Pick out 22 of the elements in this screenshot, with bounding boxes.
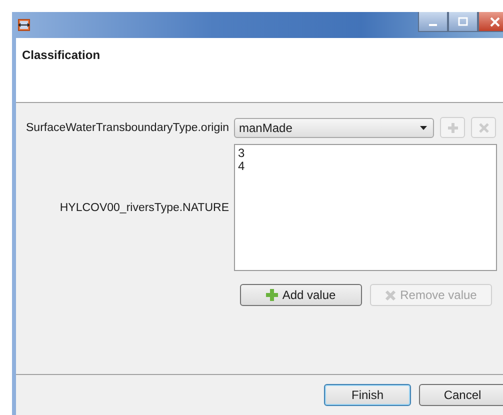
dialog-button[interactable]: Cancel bbox=[419, 384, 503, 406]
dropdown-field[interactable]: manMade bbox=[234, 118, 434, 138]
maximize-icon bbox=[458, 16, 468, 26]
minimize-icon bbox=[429, 24, 437, 26]
minimize-button[interactable] bbox=[418, 12, 448, 32]
app-icon bbox=[18, 19, 30, 31]
plus-icon bbox=[266, 289, 278, 301]
plus-icon bbox=[448, 122, 458, 132]
close-button[interactable] bbox=[478, 12, 503, 32]
field-label: SurfaceWaterTransboundaryType.origin bbox=[26, 122, 229, 134]
list-item[interactable]: 4 bbox=[238, 160, 493, 173]
close-icon bbox=[385, 290, 396, 300]
list-item[interactable]: 3 bbox=[238, 147, 493, 160]
value-button[interactable]: Add value bbox=[240, 284, 362, 306]
value-list[interactable]: 3 4 bbox=[234, 144, 497, 271]
maximize-button[interactable] bbox=[448, 12, 478, 32]
dialog-button[interactable]: Finish bbox=[324, 384, 411, 406]
close-icon bbox=[478, 122, 488, 132]
page-title: Classification bbox=[22, 48, 100, 62]
dropdown-arrow-icon bbox=[420, 126, 427, 130]
field-label: HYLCOV00_riversType.NATURE bbox=[58, 202, 229, 214]
close-icon bbox=[490, 16, 500, 26]
